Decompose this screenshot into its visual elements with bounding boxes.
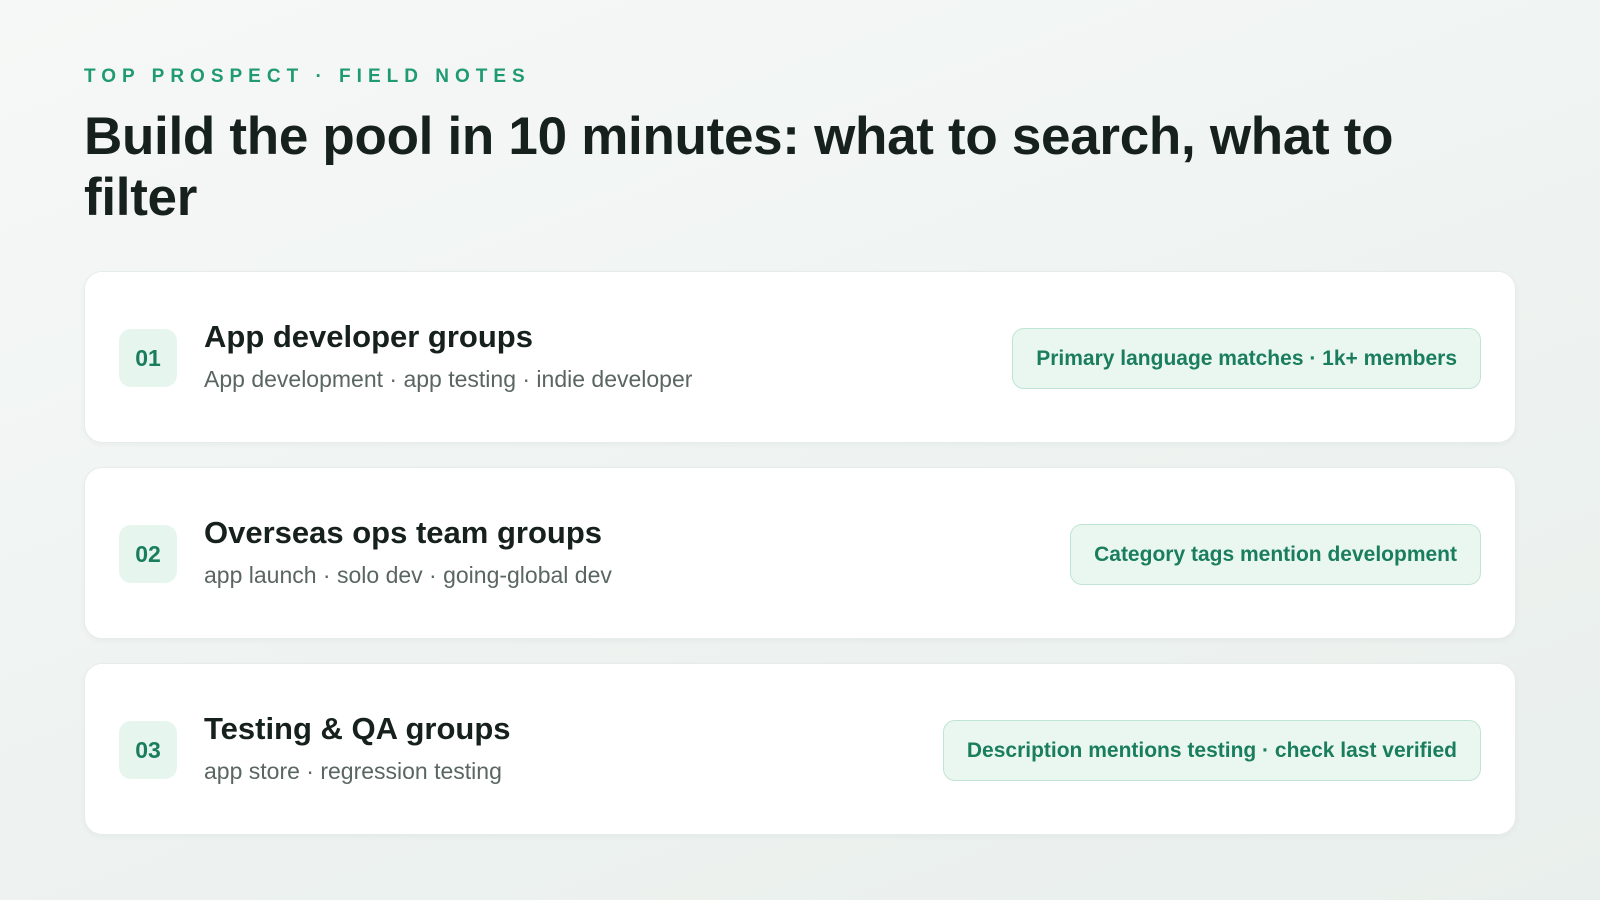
filter-tag: Description mentions testing · check las… (942, 720, 1481, 781)
card-title: Overseas ops team groups (204, 515, 602, 550)
slide: TOP PROSPECT · FIELD NOTES Build the poo… (84, 0, 1516, 900)
eyebrow-label: TOP PROSPECT · FIELD NOTES (84, 66, 531, 87)
step-number-badge: 03 (119, 721, 177, 779)
card-title: Testing & QA groups (204, 711, 511, 746)
list-item: 02 Overseas ops team groups app launch ·… (84, 467, 1516, 639)
list-item: 03 Testing & QA groups app store · regre… (84, 663, 1516, 835)
list-item: 01 App developer groups App development … (84, 271, 1516, 443)
filter-tag: Category tags mention development (1070, 524, 1481, 585)
card-list: 01 App developer groups App development … (84, 271, 1516, 859)
search-keywords: App development · app testing · indie de… (204, 366, 693, 392)
search-keywords: app store · regression testing (204, 758, 502, 784)
step-number-badge: 02 (119, 525, 177, 583)
step-number-badge: 01 (119, 329, 177, 387)
search-keywords: app launch · solo dev · going-global dev (204, 562, 612, 588)
page-title: Build the pool in 10 minutes: what to se… (84, 107, 1394, 227)
card-title: App developer groups (204, 319, 533, 354)
filter-tag: Primary language matches · 1k+ members (1012, 328, 1481, 389)
